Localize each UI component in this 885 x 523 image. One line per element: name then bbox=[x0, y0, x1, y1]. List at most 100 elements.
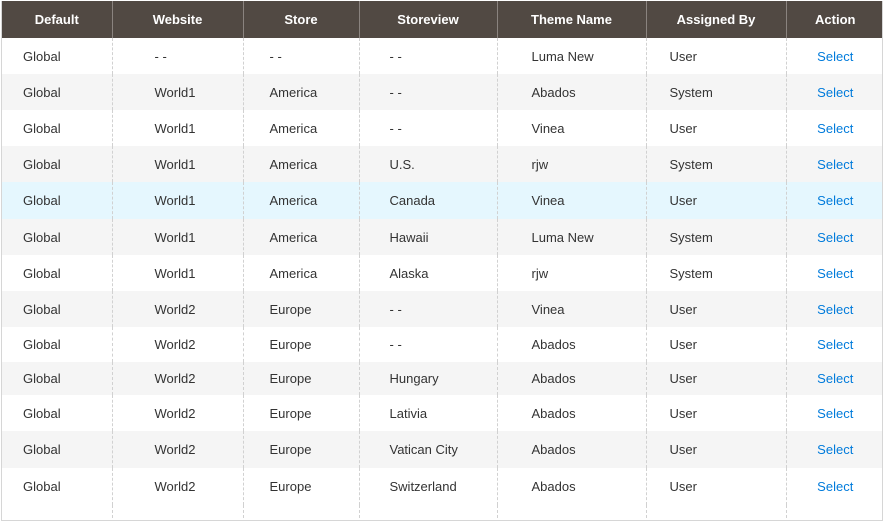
table-cell: Global bbox=[2, 255, 112, 291]
table-cell: Abados bbox=[496, 327, 646, 362]
cell-storeview: - - bbox=[389, 301, 402, 317]
table-row[interactable]: Global World2 Europe Vatican City Abados User… bbox=[2, 431, 882, 468]
select-link[interactable]: Select bbox=[817, 337, 853, 352]
cell-store: America bbox=[269, 120, 318, 136]
cell-default: Global bbox=[23, 48, 61, 64]
table-row[interactable]: Global World2 Europe - - Abados User Select bbox=[2, 327, 882, 362]
cell-assigned-by: User bbox=[669, 371, 697, 386]
table-cell: Select bbox=[785, 395, 882, 431]
table-row[interactable]: Global World1 America U.S. rjw System Select bbox=[2, 146, 882, 182]
select-link[interactable]: Select bbox=[817, 230, 853, 245]
empty-row bbox=[2, 505, 882, 520]
table-cell: Select bbox=[785, 146, 882, 182]
table-cell: User bbox=[645, 291, 786, 327]
table-cell: America bbox=[242, 182, 359, 219]
table-cell: World1 bbox=[111, 110, 243, 146]
select-link[interactable]: Select bbox=[817, 479, 853, 494]
table-row[interactable]: Global - - - - - - Luma New User Select bbox=[2, 38, 882, 74]
select-link[interactable]: Select bbox=[817, 121, 853, 136]
table-cell: America bbox=[242, 110, 359, 146]
cell-website: World1 bbox=[154, 156, 196, 172]
table-row[interactable]: Global World2 Europe Hungary Abados User Selec… bbox=[2, 362, 882, 395]
empty-cell bbox=[2, 505, 112, 520]
column-header-assigned-by[interactable]: Assigned By bbox=[645, 1, 786, 38]
cell-storeview: - - bbox=[389, 120, 402, 136]
table-cell: rjw bbox=[496, 255, 646, 291]
table-cell: - - bbox=[358, 74, 497, 110]
cell-website: World1 bbox=[154, 84, 196, 100]
table-cell: Canada bbox=[358, 182, 497, 219]
table-cell: - - bbox=[358, 327, 497, 362]
select-link[interactable]: Select bbox=[817, 193, 853, 208]
table-cell: World1 bbox=[111, 219, 243, 255]
column-header-theme-name[interactable]: Theme Name bbox=[496, 1, 646, 38]
select-link[interactable]: Select bbox=[817, 371, 853, 386]
table-cell: Select bbox=[785, 110, 882, 146]
cell-assigned-by: System bbox=[669, 84, 713, 100]
cell-assigned-by: User bbox=[669, 405, 697, 421]
cell-assigned-by: User bbox=[669, 301, 697, 317]
cell-theme-name: rjw bbox=[531, 156, 549, 172]
select-link[interactable]: Select bbox=[817, 442, 853, 457]
table-row[interactable]: Global World2 Europe - - Vinea User Select bbox=[2, 291, 882, 327]
table-header-row: Default Website Store Storeview Theme Na… bbox=[2, 1, 882, 38]
table-cell: User bbox=[645, 362, 786, 395]
empty-cell bbox=[785, 505, 882, 520]
column-header-action[interactable]: Action bbox=[785, 1, 882, 38]
table-row[interactable]: Global World1 America - - Vinea User Select bbox=[2, 110, 882, 146]
cell-assigned-by: System bbox=[669, 265, 713, 281]
table-cell: Select bbox=[785, 431, 882, 468]
table-cell: - - bbox=[358, 291, 497, 327]
cell-storeview: Alaska bbox=[389, 265, 429, 281]
column-header-default[interactable]: Default bbox=[2, 1, 112, 38]
table-cell: Select bbox=[785, 327, 882, 362]
table-cell: World2 bbox=[111, 291, 243, 327]
select-link[interactable]: Select bbox=[817, 49, 853, 64]
cell-storeview: Hungary bbox=[389, 371, 439, 386]
table-cell: Europe bbox=[242, 291, 359, 327]
table-cell: America bbox=[242, 146, 359, 182]
table-cell: System bbox=[645, 255, 786, 291]
table-cell: U.S. bbox=[358, 146, 497, 182]
column-header-website[interactable]: Website bbox=[111, 1, 243, 38]
cell-theme-name: Abados bbox=[531, 442, 576, 457]
cell-storeview: Vatican City bbox=[389, 442, 458, 457]
column-header-store[interactable]: Store bbox=[242, 1, 359, 38]
table-cell: User bbox=[645, 182, 786, 219]
table-row[interactable]: Global World1 America - - Abados System Select bbox=[2, 74, 882, 110]
select-link[interactable]: Select bbox=[817, 266, 853, 281]
table-cell: System bbox=[645, 219, 786, 255]
table-cell: World2 bbox=[111, 395, 243, 431]
table-cell: Global bbox=[2, 327, 112, 362]
cell-store: America bbox=[269, 84, 318, 100]
table-row[interactable]: Global World2 Europe Lativia Abados User Selec… bbox=[2, 395, 882, 431]
table-cell: Vatican City bbox=[358, 431, 497, 468]
select-link[interactable]: Select bbox=[817, 157, 853, 172]
table-row[interactable]: Global World1 America Alaska rjw System Select bbox=[2, 255, 882, 291]
select-link[interactable]: Select bbox=[817, 406, 853, 421]
data-table: Default Website Store Storeview Theme Na… bbox=[2, 1, 882, 520]
cell-theme-name: Luma New bbox=[531, 48, 594, 64]
cell-website: World2 bbox=[154, 442, 196, 457]
cell-storeview: - - bbox=[389, 48, 402, 64]
cell-default: Global bbox=[23, 479, 61, 494]
table-row[interactable]: Global World1 America Canada Vinea User Select bbox=[2, 182, 882, 219]
table-cell: - - bbox=[358, 110, 497, 146]
cell-theme-name: Abados bbox=[531, 371, 576, 386]
select-link[interactable]: Select bbox=[817, 302, 853, 317]
empty-cell bbox=[111, 505, 243, 520]
cell-store: Europe bbox=[269, 301, 312, 317]
table-cell: System bbox=[645, 74, 786, 110]
column-header-storeview[interactable]: Storeview bbox=[358, 1, 497, 38]
cell-website: World2 bbox=[154, 371, 196, 386]
table-row[interactable]: Global World2 Europe Switzerland Abados User S… bbox=[2, 468, 882, 505]
table-cell: Abados bbox=[496, 431, 646, 468]
select-link[interactable]: Select bbox=[817, 85, 853, 100]
table-row[interactable]: Global World1 America Hawaii Luma New System S… bbox=[2, 219, 882, 255]
cell-default: Global bbox=[23, 337, 61, 352]
cell-storeview: Lativia bbox=[389, 405, 428, 421]
cell-website: World1 bbox=[154, 265, 196, 281]
cell-assigned-by: System bbox=[669, 156, 713, 172]
table-cell: User bbox=[645, 431, 786, 468]
cell-storeview: - - bbox=[389, 337, 402, 352]
